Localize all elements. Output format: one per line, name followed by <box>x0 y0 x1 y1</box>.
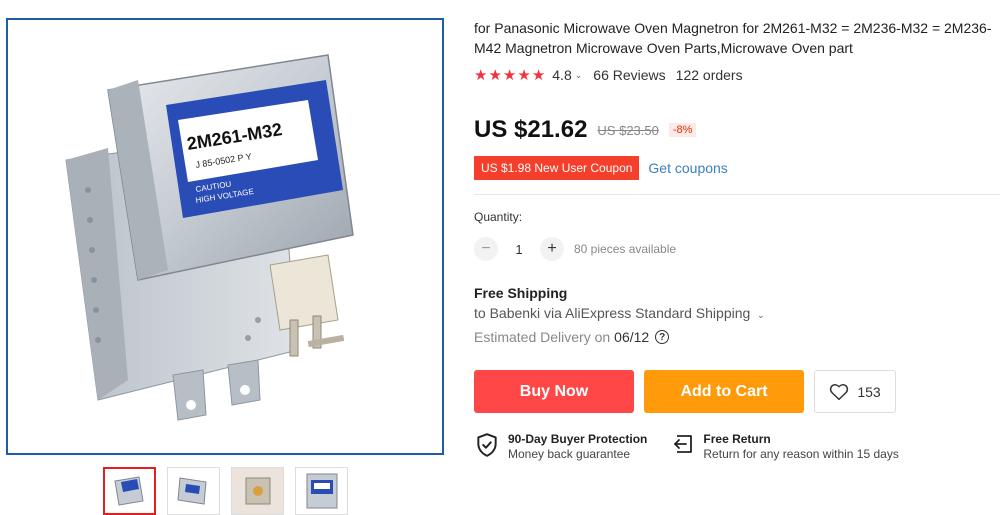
thumbnail-1[interactable] <box>103 467 156 515</box>
quantity-increase-button[interactable]: + <box>540 237 564 261</box>
buy-now-button[interactable]: Buy Now <box>474 370 634 413</box>
thumbnail-2[interactable] <box>167 467 220 515</box>
free-return-title: Free Return <box>703 432 771 446</box>
heart-icon <box>830 383 849 400</box>
star-icon: ★ <box>474 67 488 84</box>
action-buttons: Buy Now Add to Cart 153 <box>474 370 896 413</box>
wishlist-count: 153 <box>857 383 881 400</box>
chevron-down-icon[interactable]: ⌄ <box>575 70 583 81</box>
add-to-cart-button[interactable]: Add to Cart <box>644 370 804 413</box>
product-title: for Panasonic Microwave Oven Magnetron f… <box>474 20 992 56</box>
available-stock: 80 pieces available <box>574 242 677 256</box>
wishlist-button[interactable]: 153 <box>814 370 896 413</box>
star-rating: ★ ★ ★ ★ ★ <box>474 66 545 84</box>
rating-value[interactable]: 4.8 <box>552 67 571 83</box>
original-price: US $23.50 <box>597 122 659 138</box>
shield-check-icon <box>477 433 497 457</box>
estimated-delivery: Estimated Delivery on 06/12 ? <box>474 329 670 345</box>
divider <box>474 194 1000 195</box>
shipping-title: Free Shipping <box>474 285 568 301</box>
thumbnail-magnetron-icon <box>168 468 219 514</box>
price-row: US $21.62 US $23.50 -8% <box>474 116 697 144</box>
orders-count: 122 orders <box>675 67 743 83</box>
buyer-protection-title: 90-Day Buyer Protection <box>508 432 648 446</box>
chevron-down-icon[interactable]: ⌄ <box>757 310 765 320</box>
get-coupons-link[interactable]: Get coupons <box>648 160 727 176</box>
shipping-method[interactable]: to Babenki via AliExpress Standard Shipp… <box>474 305 765 321</box>
reviews-link[interactable]: 66 Reviews <box>593 67 665 83</box>
star-icon: ★ <box>517 67 531 84</box>
rating-row: ★ ★ ★ ★ ★ 4.8 ⌄ 66 Reviews 122 orders <box>474 66 743 84</box>
thumbnail-magnetron-icon <box>232 468 283 514</box>
magnetron-illustration: 2M261-M32 J 85-0502 P Y CAUTIOU HIGH VOL… <box>65 54 354 421</box>
current-price: US $21.62 <box>474 116 588 143</box>
delivery-date: 06/12 <box>614 329 650 345</box>
free-return: Free Return Return for any reason within… <box>671 432 899 462</box>
star-icon: ★ <box>502 67 517 84</box>
question-icon[interactable]: ? <box>655 330 670 344</box>
thumbnail-magnetron-icon <box>105 469 154 513</box>
free-return-subtitle: Return for any reason within 15 days <box>703 447 899 461</box>
guarantees: 90-Day Buyer Protection Money back guara… <box>474 432 899 462</box>
coupon-row: US $1.98 New User Coupon Get coupons <box>474 156 728 180</box>
product-main-image[interactable]: 2M261-M32 J 85-0502 P Y CAUTIOU HIGH VOL… <box>6 18 444 455</box>
thumbnail-3[interactable] <box>231 467 284 515</box>
discount-badge: -8% <box>668 123 697 137</box>
star-icon: ★ <box>488 67 502 84</box>
thumbnail-magnetron-icon <box>296 468 347 514</box>
buyer-protection: 90-Day Buyer Protection Money back guara… <box>474 432 647 462</box>
thumbnail-4[interactable] <box>295 467 348 515</box>
quantity-label: Quantity: <box>474 210 523 224</box>
star-icon: ★ <box>531 67 546 84</box>
shipping-method-label[interactable]: to Babenki via AliExpress Standard Shipp… <box>474 305 750 321</box>
return-icon <box>674 435 693 453</box>
quantity-stepper: − 1 + 80 pieces available <box>474 237 676 261</box>
thumbnail-strip <box>103 467 348 515</box>
buyer-protection-subtitle: Money back guarantee <box>508 447 631 461</box>
delivery-label: Estimated Delivery on <box>474 329 611 345</box>
coupon-badge[interactable]: US $1.98 New User Coupon <box>474 156 640 180</box>
quantity-input[interactable]: 1 <box>498 242 540 257</box>
quantity-decrease-button[interactable]: − <box>474 237 498 261</box>
